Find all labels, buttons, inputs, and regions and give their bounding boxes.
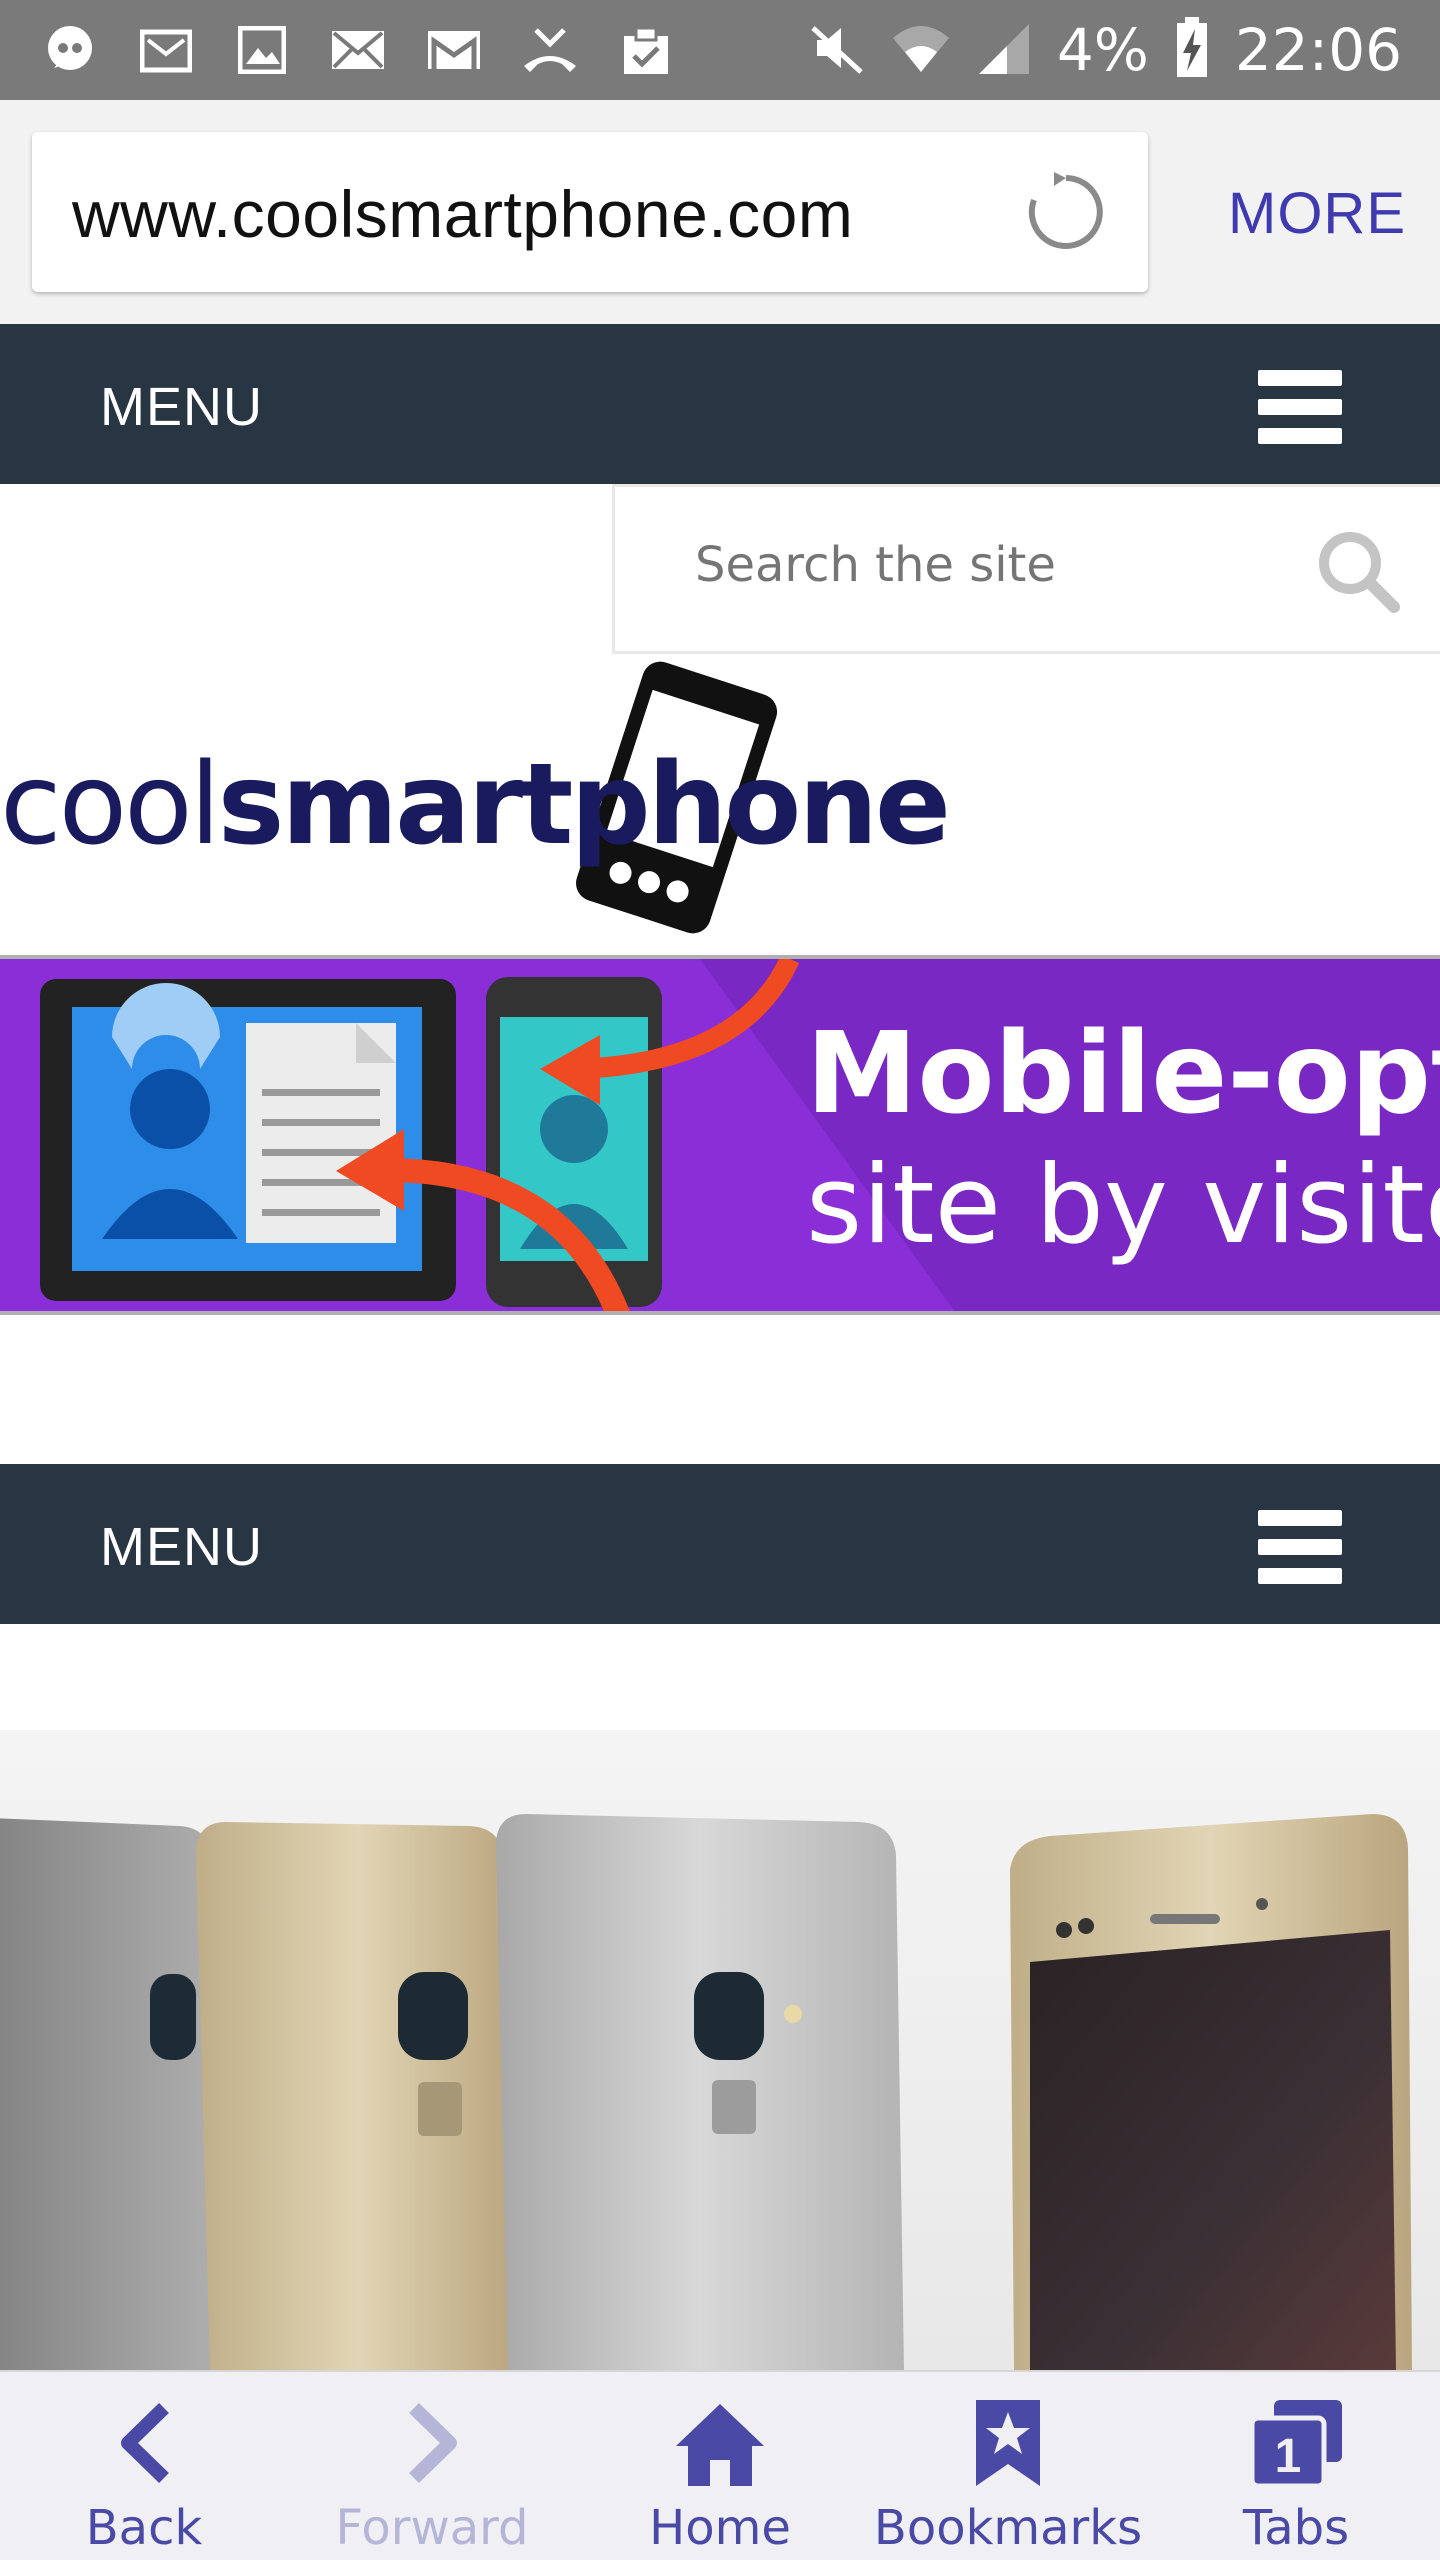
address-bar[interactable]: www.coolsmartphone.com xyxy=(32,132,1148,292)
hamburger-menu-icon[interactable] xyxy=(1258,370,1342,444)
chat-icon xyxy=(40,22,100,78)
back-label: Back xyxy=(85,2500,203,2556)
forward-label: Forward xyxy=(335,2500,529,2556)
logo-text-bold: smartphone xyxy=(217,740,951,870)
hamburger-menu-icon[interactable] xyxy=(1258,1510,1342,1584)
gmail-icon xyxy=(424,22,484,78)
clock: 22:06 xyxy=(1234,16,1402,84)
battery-percent: 4% xyxy=(1056,16,1149,84)
phones-photo xyxy=(0,1814,1412,2370)
bookmarks-label: Bookmarks xyxy=(873,2500,1143,2556)
site-logo[interactable]: coolsmartphone xyxy=(0,650,951,940)
tabs-icon: 1 xyxy=(1249,2400,1342,2488)
menu-label[interactable]: MENU xyxy=(100,376,263,438)
banner-headline: Mobile-opti xyxy=(806,1009,1440,1139)
site-menu-bar-secondary[interactable]: MENU xyxy=(0,1464,1440,1624)
tabs-button[interactable]: 1 Tabs xyxy=(1152,2372,1440,2560)
system-status: 4% 22:06 xyxy=(809,14,1402,86)
browser-bottom-nav: Back Forward Home Bookmarks 1 Tabs xyxy=(0,2370,1440,2560)
image-icon xyxy=(232,22,292,78)
email-icon xyxy=(328,22,388,78)
banner-ad[interactable]: Mobile-opti site by visito xyxy=(0,955,1440,1315)
mute-icon xyxy=(809,20,865,81)
site-search xyxy=(612,484,1440,654)
chevron-left-icon xyxy=(121,2402,169,2484)
battery-charging-icon xyxy=(1175,16,1209,84)
reload-icon[interactable] xyxy=(1024,170,1108,254)
signal-icon xyxy=(977,20,1031,81)
bookmark-star-icon xyxy=(976,2400,1040,2486)
logo-text-light: cool xyxy=(0,740,221,870)
menu-label-secondary[interactable]: MENU xyxy=(100,1516,263,1578)
home-icon xyxy=(676,2404,764,2486)
clipboard-check-icon xyxy=(616,22,676,78)
notification-icons xyxy=(40,22,676,78)
wifi-icon xyxy=(891,20,951,81)
bookmarks-button[interactable]: Bookmarks xyxy=(864,2372,1152,2560)
featured-article-image[interactable] xyxy=(0,1730,1440,2370)
url-text[interactable]: www.coolsmartphone.com xyxy=(72,176,853,252)
back-button[interactable]: Back xyxy=(0,2372,288,2560)
banner-subline: site by visito xyxy=(806,1143,1440,1268)
site-menu-bar[interactable]: MENU xyxy=(0,324,1440,484)
logo-text: coolsmartphone xyxy=(0,740,951,870)
more-button[interactable]: MORE xyxy=(1228,180,1406,247)
chevron-right-icon xyxy=(409,2402,457,2484)
forward-button[interactable]: Forward xyxy=(288,2372,576,2560)
home-label: Home xyxy=(649,2500,791,2556)
status-bar: 4% 22:06 xyxy=(0,0,1440,100)
tabs-label: Tabs xyxy=(1242,2500,1350,2556)
mail-archive-icon xyxy=(136,22,196,78)
search-icon[interactable] xyxy=(1314,527,1400,613)
home-button[interactable]: Home xyxy=(576,2372,864,2560)
browser-toolbar: www.coolsmartphone.com MORE xyxy=(0,100,1440,324)
search-input[interactable] xyxy=(695,537,1295,593)
tab-count: 1 xyxy=(1275,2430,1302,2483)
missed-call-icon xyxy=(520,22,580,78)
